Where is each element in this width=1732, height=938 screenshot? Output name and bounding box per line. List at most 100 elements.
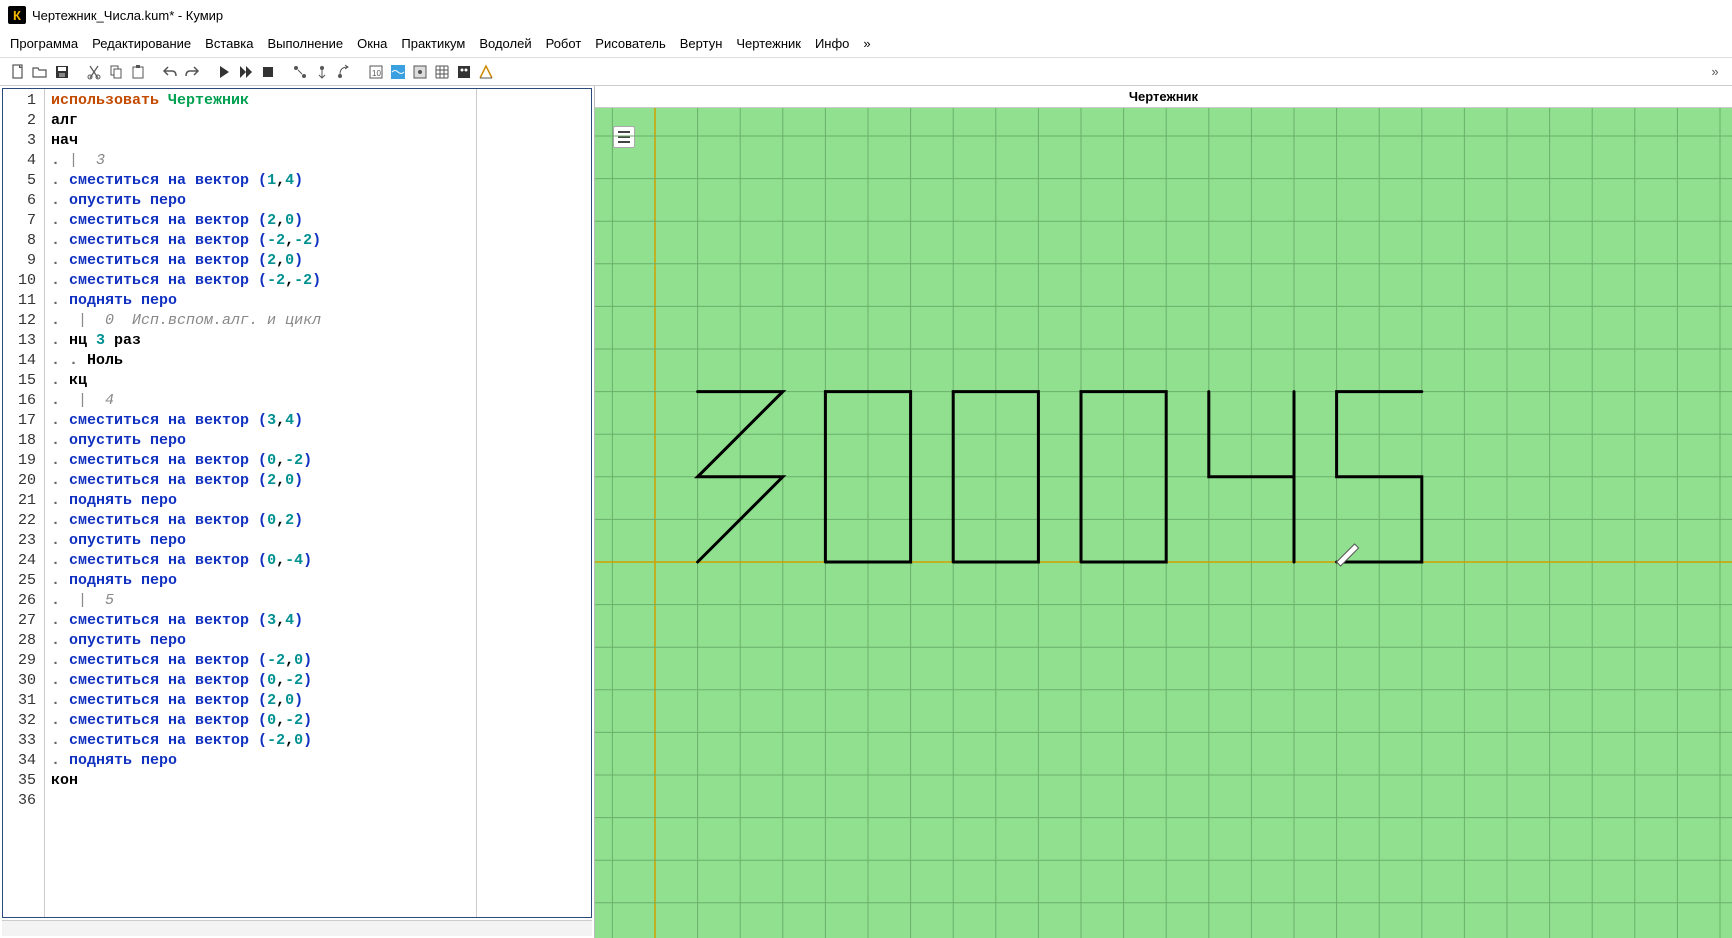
line-number: 8 (3, 231, 44, 251)
line-number: 6 (3, 191, 44, 211)
new-file-icon[interactable] (8, 62, 28, 82)
code-line: . поднять перо (51, 291, 470, 311)
line-number: 4 (3, 151, 44, 171)
drawer-icon[interactable] (476, 62, 496, 82)
menu-item-12[interactable]: » (863, 36, 870, 51)
water-icon[interactable] (388, 62, 408, 82)
line-number: 18 (3, 431, 44, 451)
code-line: . опустить перо (51, 431, 470, 451)
line-number: 21 (3, 491, 44, 511)
code-line: . | 4 (51, 391, 470, 411)
line-number: 22 (3, 511, 44, 531)
menu-item-2[interactable]: Вставка (205, 36, 253, 51)
code-line: . сместиться на вектор (-2,0) (51, 651, 470, 671)
menu-item-9[interactable]: Вертун (680, 36, 723, 51)
code-line: . сместиться на вектор (2,0) (51, 211, 470, 231)
save-icon[interactable] (52, 62, 72, 82)
line-number: 35 (3, 771, 44, 791)
menu-item-10[interactable]: Чертежник (736, 36, 801, 51)
menu-item-4[interactable]: Окна (357, 36, 387, 51)
code-line: . поднять перо (51, 491, 470, 511)
line-number: 28 (3, 631, 44, 651)
menu-item-7[interactable]: Робот (546, 36, 582, 51)
code-line: . нц 3 раз (51, 331, 470, 351)
line-number: 17 (3, 411, 44, 431)
line-number: 13 (3, 331, 44, 351)
line-number: 2 (3, 111, 44, 131)
cut-icon[interactable] (84, 62, 104, 82)
run-fast-icon[interactable] (236, 62, 256, 82)
line-number: 10 (3, 271, 44, 291)
undo-icon[interactable] (160, 62, 180, 82)
paste-icon[interactable] (128, 62, 148, 82)
code-line: . | 3 (51, 151, 470, 171)
run-icon[interactable] (214, 62, 234, 82)
code-line: кон (51, 771, 470, 791)
code-line: . сместиться на вектор (0,-2) (51, 451, 470, 471)
code-line (51, 791, 470, 811)
code-line: использовать Чертежник (51, 91, 470, 111)
line-number: 32 (3, 711, 44, 731)
line-number: 14 (3, 351, 44, 371)
window-title: Чертежник_Числа.kum* - Кумир (32, 8, 223, 23)
status-gutter (476, 89, 591, 917)
menu-item-3[interactable]: Выполнение (267, 36, 343, 51)
code-line: . сместиться на вектор (0,-2) (51, 711, 470, 731)
editor-status-bar (2, 920, 592, 936)
code-line: . сместиться на вектор (0,2) (51, 511, 470, 531)
code-line: . . Ноль (51, 351, 470, 371)
code-line: . сместиться на вектор (-2,-2) (51, 271, 470, 291)
code-line: . сместиться на вектор (0,-4) (51, 551, 470, 571)
robot-icon[interactable] (410, 62, 430, 82)
copy-icon[interactable] (106, 62, 126, 82)
app-icon: К (8, 6, 26, 24)
line-number: 23 (3, 531, 44, 551)
turtle-icon[interactable] (454, 62, 474, 82)
step-into-icon[interactable] (312, 62, 332, 82)
code-line: . сместиться на вектор (0,-2) (51, 671, 470, 691)
code-line: . сместиться на вектор (-2,0) (51, 731, 470, 751)
titlebar: К Чертежник_Числа.kum* - Кумир (0, 0, 1732, 30)
step-over-icon[interactable] (334, 62, 354, 82)
menu-item-6[interactable]: Водолей (479, 36, 531, 51)
code-line: . сместиться на вектор (-2,-2) (51, 231, 470, 251)
menu-item-11[interactable]: Инфо (815, 36, 849, 51)
line-number: 19 (3, 451, 44, 471)
code-line: . кц (51, 371, 470, 391)
menu-item-5[interactable]: Практикум (401, 36, 465, 51)
code-area[interactable]: использовать Чертежникалгнач. | 3. смест… (45, 89, 476, 917)
line-number: 27 (3, 611, 44, 631)
line-number: 34 (3, 751, 44, 771)
drawing-canvas (595, 108, 1732, 938)
code-line: . сместиться на вектор (2,0) (51, 691, 470, 711)
line-number: 24 (3, 551, 44, 571)
menu-item-0[interactable]: Программа (10, 36, 78, 51)
redo-icon[interactable] (182, 62, 202, 82)
menu-item-1[interactable]: Редактирование (92, 36, 191, 51)
line-number: 9 (3, 251, 44, 271)
line-number: 7 (3, 211, 44, 231)
line-number: 25 (3, 571, 44, 591)
code-line: . поднять перо (51, 571, 470, 591)
line-number: 29 (3, 651, 44, 671)
canvas-pane: Чертежник (595, 86, 1732, 938)
line-gutter: 1234567891011121314151617181920212223242… (3, 89, 45, 917)
line-number: 1 (3, 91, 44, 111)
grid-icon[interactable] (432, 62, 452, 82)
open-file-icon[interactable] (30, 62, 50, 82)
toolbar-overflow-icon[interactable]: » (1706, 64, 1724, 79)
line-number: 20 (3, 471, 44, 491)
line-number: 3 (3, 131, 44, 151)
line-number: 12 (3, 311, 44, 331)
line-number: 15 (3, 371, 44, 391)
menu-item-8[interactable]: Рисователь (595, 36, 665, 51)
toolbar: 10 » (0, 58, 1732, 86)
stop-icon[interactable] (258, 62, 278, 82)
line-number: 30 (3, 671, 44, 691)
world-icon[interactable]: 10 (366, 62, 386, 82)
step-icon[interactable] (290, 62, 310, 82)
code-editor[interactable]: 1234567891011121314151617181920212223242… (2, 88, 592, 918)
canvas-area[interactable] (595, 108, 1732, 938)
line-number: 26 (3, 591, 44, 611)
line-number: 16 (3, 391, 44, 411)
